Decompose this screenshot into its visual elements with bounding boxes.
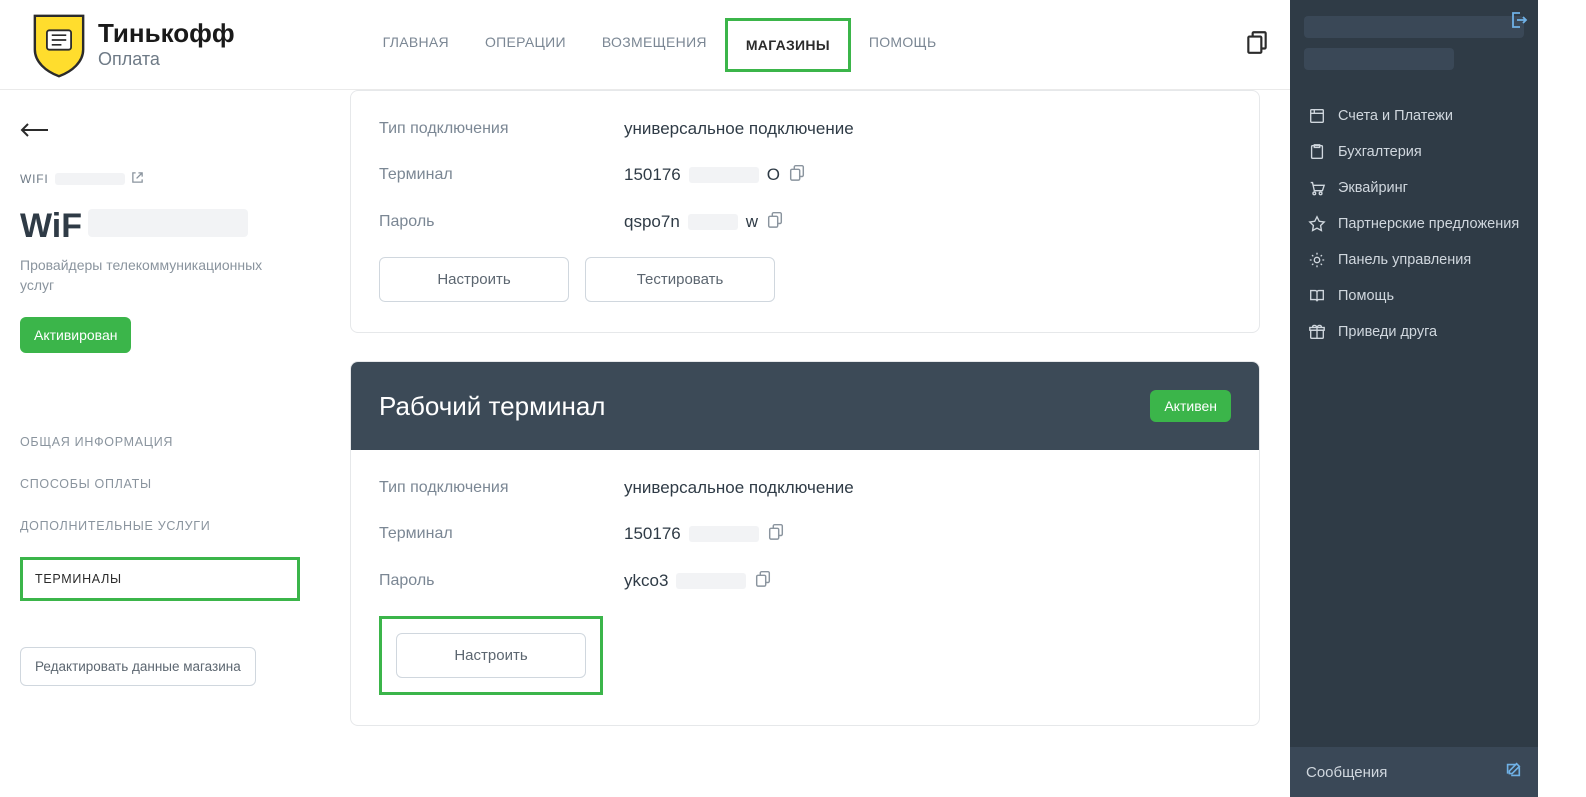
brand-shield-icon: [30, 16, 88, 74]
redacted-text: [676, 573, 746, 589]
password-value: ykco3: [624, 569, 772, 592]
edit-shop-button[interactable]: Редактировать данные магазина: [20, 647, 256, 686]
terminal-value-prefix: 150176: [624, 165, 681, 185]
card-header: Рабочий терминал Активен: [351, 362, 1259, 450]
conn-type-label: Тип подключения: [379, 120, 624, 138]
copy-stack-icon[interactable]: [1244, 29, 1270, 60]
terminal-label: Терминал: [379, 166, 624, 184]
copy-icon[interactable]: [754, 569, 772, 592]
back-arrow-icon[interactable]: [20, 114, 50, 145]
account-block: [1290, 0, 1538, 90]
rp-item-label: Партнерские предложения: [1338, 216, 1519, 232]
shop-title-prefix: WiF: [20, 207, 82, 246]
test-button[interactable]: Тестировать: [585, 257, 775, 302]
terminal-value-suffix: O: [767, 165, 780, 185]
redacted-text: [1304, 48, 1454, 70]
logout-icon[interactable]: [1508, 10, 1528, 35]
external-link-icon[interactable]: [131, 171, 144, 187]
rp-item-control-panel[interactable]: Панель управления: [1298, 242, 1530, 278]
nav-help[interactable]: ПОМОЩЬ: [851, 18, 955, 72]
password-value-suffix: w: [746, 212, 758, 232]
right-panel: Счета и Платежи Бухгалтерия Эквайринг Па…: [1290, 0, 1538, 797]
rp-item-label: Помощь: [1338, 288, 1394, 304]
right-panel-menu: Счета и Платежи Бухгалтерия Эквайринг Па…: [1290, 90, 1538, 358]
terminal-label: Терминал: [379, 525, 624, 543]
redacted-text: [88, 209, 248, 237]
messages-footer[interactable]: Сообщения: [1290, 747, 1538, 797]
nav-operations[interactable]: ОПЕРАЦИИ: [467, 18, 584, 72]
nav-main[interactable]: ГЛАВНАЯ: [365, 18, 467, 72]
rp-item-help[interactable]: Помощь: [1298, 278, 1530, 314]
main-content: Тип подключения универсальное подключени…: [320, 90, 1290, 797]
terminal-card: Тип подключения универсальное подключени…: [350, 90, 1260, 333]
rp-item-label: Приведи друга: [1338, 324, 1437, 340]
conn-type-label: Тип подключения: [379, 479, 624, 497]
sidenav-additional-services[interactable]: ДОПОЛНИТЕЛЬНЫЕ УСЛУГИ: [20, 505, 300, 547]
sidenav-general-info[interactable]: ОБЩАЯ ИНФОРМАЦИЯ: [20, 421, 300, 463]
redacted-text: [689, 526, 759, 542]
nav-shops[interactable]: МАГАЗИНЫ: [725, 18, 851, 72]
copy-icon[interactable]: [767, 522, 785, 545]
redacted-text: [55, 173, 125, 185]
side-navigation: ОБЩАЯ ИНФОРМАЦИЯ СПОСОБЫ ОПЛАТЫ ДОПОЛНИТ…: [20, 421, 300, 601]
topbar: Тинькофф Оплата ГЛАВНАЯ ОПЕРАЦИИ ВОЗМЕЩЕ…: [0, 0, 1290, 90]
highlighted-area: Настроить: [379, 616, 603, 695]
shop-title: WiF: [20, 207, 300, 246]
rp-item-label: Счета и Платежи: [1338, 108, 1453, 124]
brand-product: Оплата: [98, 50, 235, 69]
configure-button[interactable]: Настроить: [379, 257, 569, 302]
active-badge: Активен: [1150, 390, 1231, 422]
working-terminal-card: Рабочий терминал Активен Тип подключения…: [350, 361, 1260, 726]
copy-icon[interactable]: [766, 210, 784, 233]
redacted-text: [689, 167, 759, 183]
shop-code-label: WIFI: [20, 172, 49, 186]
terminal-value: 150176: [624, 522, 785, 545]
nav-refunds[interactable]: ВОЗМЕЩЕНИЯ: [584, 18, 725, 72]
messages-label: Сообщения: [1306, 764, 1387, 781]
rp-item-bookkeeping[interactable]: Бухгалтерия: [1298, 134, 1530, 170]
conn-type-value: универсальное подключение: [624, 119, 854, 139]
configure-button[interactable]: Настроить: [396, 633, 586, 678]
rp-item-label: Панель управления: [1338, 252, 1471, 268]
password-value-prefix: ykco3: [624, 571, 668, 591]
rp-item-partner-offers[interactable]: Партнерские предложения: [1298, 206, 1530, 242]
top-navigation: ГЛАВНАЯ ОПЕРАЦИИ ВОЗМЕЩЕНИЯ МАГАЗИНЫ ПОМ…: [365, 18, 955, 72]
copy-icon[interactable]: [788, 163, 806, 186]
brand-name: Тинькофф: [98, 20, 235, 47]
password-value: qspo7n w: [624, 210, 784, 233]
sidenav-payment-methods[interactable]: СПОСОБЫ ОПЛАТЫ: [20, 463, 300, 505]
password-label: Пароль: [379, 572, 624, 590]
password-value-prefix: qspo7n: [624, 212, 680, 232]
card-title: Рабочий терминал: [379, 391, 605, 422]
shop-code: WIFI: [20, 171, 300, 187]
redacted-text: [688, 214, 738, 230]
rp-item-label: Эквайринг: [1338, 180, 1408, 196]
status-badge: Активирован: [20, 317, 131, 353]
brand-logo[interactable]: Тинькофф Оплата: [30, 16, 235, 74]
shop-description: Провайдеры телекоммуникационных услуг: [20, 256, 280, 295]
sidenav-terminals[interactable]: ТЕРМИНАЛЫ: [20, 557, 300, 601]
rp-item-acquiring[interactable]: Эквайринг: [1298, 170, 1530, 206]
rp-item-label: Бухгалтерия: [1338, 144, 1422, 160]
password-label: Пароль: [379, 213, 624, 231]
compose-icon[interactable]: [1504, 761, 1522, 783]
terminal-value-prefix: 150176: [624, 524, 681, 544]
redacted-text: [1304, 16, 1524, 38]
conn-type-value: универсальное подключение: [624, 478, 854, 498]
rp-item-accounts[interactable]: Счета и Платежи: [1298, 98, 1530, 134]
terminal-value: 150176 O: [624, 163, 806, 186]
rp-item-refer-friend[interactable]: Приведи друга: [1298, 314, 1530, 350]
left-sidebar: WIFI WiF Провайдеры телекоммуникационных…: [0, 90, 320, 797]
